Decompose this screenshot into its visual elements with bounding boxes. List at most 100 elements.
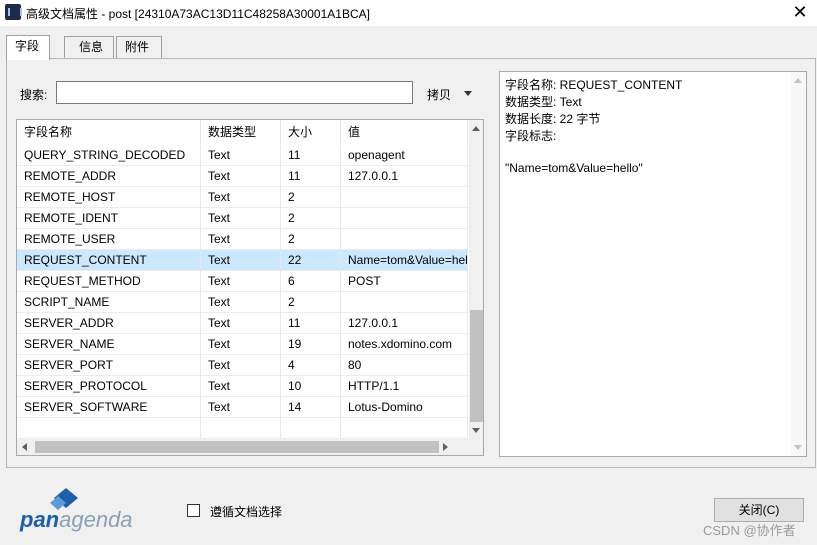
app-icon <box>5 4 22 20</box>
logo-text-pan: pan <box>20 507 60 532</box>
window-title: 高级文档属性 - post [24310A73AC13D11C48258A300… <box>26 7 370 21</box>
table-row[interactable]: QUERY_STRING_DECODED Text 11 openagent <box>17 145 468 166</box>
cell-field-name: SERVER_ADDR <box>17 313 201 334</box>
cell-value <box>341 229 468 250</box>
follow-selection-checkbox[interactable] <box>187 504 200 517</box>
cell-data-type: Text <box>201 250 281 271</box>
scroll-up-icon[interactable] <box>794 78 802 83</box>
cell-data-type: Text <box>201 313 281 334</box>
cell-field-name: SCRIPT_NAME <box>17 292 201 313</box>
cell-size: 22 <box>281 250 341 271</box>
cell-size: 6 <box>281 271 341 292</box>
follow-selection-label[interactable]: 遵循文档选择 <box>210 503 282 520</box>
detail-field-flags: 字段标志: <box>505 129 557 143</box>
cell-data-type: Text <box>201 208 281 229</box>
detail-field-name: 字段名称: REQUEST_CONTENT <box>505 78 683 92</box>
horizontal-scrollbar[interactable] <box>17 439 483 455</box>
vertical-scrollbar[interactable] <box>469 120 483 439</box>
table-row[interactable]: REMOTE_ADDR Text 11 127.0.0.1 <box>17 166 468 187</box>
scroll-corner <box>469 439 483 455</box>
cell-value: 127.0.0.1 <box>341 313 468 334</box>
detail-value: "Name=tom&Value=hello" <box>505 161 643 175</box>
table-row[interactable]: SERVER_SOFTWARE Text 14 Lotus-Domino <box>17 397 468 418</box>
table-row[interactable]: SCRIPT_NAME Text 2 <box>17 292 468 313</box>
empty-cell <box>341 418 468 439</box>
cell-field-name: SERVER_SOFTWARE <box>17 397 201 418</box>
cell-value: 80 <box>341 355 468 376</box>
scroll-right-icon[interactable] <box>443 443 448 451</box>
table-row[interactable]: REQUEST_CONTENT Text 22 Name=tom&Value=hell… <box>17 250 468 271</box>
cell-size: 19 <box>281 334 341 355</box>
table-row[interactable]: SERVER_PORT Text 4 80 <box>17 355 468 376</box>
cell-data-type: Text <box>201 166 281 187</box>
fields-table[interactable]: 字段名称 数据类型 大小 值 QUERY_STRING_DECODED Text 1… <box>16 119 484 456</box>
scroll-thumb[interactable] <box>470 310 483 422</box>
cell-size: 2 <box>281 208 341 229</box>
cell-value: POST <box>341 271 468 292</box>
cell-data-type: Text <box>201 271 281 292</box>
scroll-down-icon[interactable] <box>472 428 480 433</box>
cell-value <box>341 292 468 313</box>
cell-field-name: REQUEST_METHOD <box>17 271 201 292</box>
column-header-type[interactable]: 数据类型 <box>201 120 281 144</box>
cell-data-type: Text <box>201 355 281 376</box>
cell-value: Lotus-Domino <box>341 397 468 418</box>
chevron-down-icon[interactable] <box>464 91 472 96</box>
column-header-size[interactable]: 大小 <box>281 120 341 144</box>
tab-info[interactable]: 信息 <box>64 36 114 59</box>
table-row[interactable]: SERVER_NAME Text 19 notes.xdomino.com <box>17 334 468 355</box>
window-close-button[interactable]: ✕ <box>787 0 813 24</box>
cell-value <box>341 208 468 229</box>
cell-data-type: Text <box>201 187 281 208</box>
detail-data-length: 数据长度: 22 字节 <box>505 112 601 126</box>
table-row[interactable]: REMOTE_HOST Text 2 <box>17 187 468 208</box>
cell-size: 2 <box>281 187 341 208</box>
field-detail-pane: 字段名称: REQUEST_CONTENT 数据类型: Text 数据长度: 2… <box>499 71 807 457</box>
cell-data-type: Text <box>201 397 281 418</box>
cell-field-name: REMOTE_HOST <box>17 187 201 208</box>
cell-data-type: Text <box>201 145 281 166</box>
cell-field-name: QUERY_STRING_DECODED <box>17 145 201 166</box>
cell-data-type: Text <box>201 229 281 250</box>
table-row[interactable]: REMOTE_IDENT Text 2 <box>17 208 468 229</box>
logo-wordmark: panagenda <box>20 507 133 533</box>
cell-value <box>341 187 468 208</box>
cell-size: 4 <box>281 355 341 376</box>
title-bar: 高级文档属性 - post [24310A73AC13D11C48258A300… <box>0 0 817 26</box>
scroll-left-icon[interactable] <box>22 443 27 451</box>
cell-data-type: Text <box>201 376 281 397</box>
cell-field-name: REQUEST_CONTENT <box>17 250 201 271</box>
copy-button[interactable]: 拷贝 <box>427 86 451 103</box>
cell-data-type: Text <box>201 334 281 355</box>
scroll-thumb[interactable] <box>35 441 439 453</box>
tab-fields[interactable]: 字段 <box>6 35 50 60</box>
cell-value: 127.0.0.1 <box>341 166 468 187</box>
search-label: 搜索: <box>20 88 48 102</box>
search-input[interactable] <box>56 81 413 104</box>
cell-field-name: SERVER_PORT <box>17 355 201 376</box>
cell-field-name: REMOTE_ADDR <box>17 166 201 187</box>
table-header: 字段名称 数据类型 大小 值 <box>17 120 468 144</box>
table-row[interactable]: REMOTE_USER Text 2 <box>17 229 468 250</box>
cell-size: 14 <box>281 397 341 418</box>
table-row[interactable]: REQUEST_METHOD Text 6 POST <box>17 271 468 292</box>
watermark-text: CSDN @协作者 <box>703 523 796 538</box>
cell-size: 11 <box>281 145 341 166</box>
cell-size: 2 <box>281 292 341 313</box>
column-header-value[interactable]: 值 <box>341 120 468 144</box>
cell-field-name: SERVER_NAME <box>17 334 201 355</box>
close-button[interactable]: 关闭(C) <box>714 498 804 522</box>
cell-size: 10 <box>281 376 341 397</box>
tab-attachments[interactable]: 附件 <box>116 36 162 59</box>
detail-scrollbar[interactable] <box>791 72 806 456</box>
scroll-down-icon[interactable] <box>794 445 802 450</box>
detail-data-type: 数据类型: Text <box>505 95 582 109</box>
empty-cell <box>17 418 201 439</box>
table-row[interactable]: SERVER_ADDR Text 11 127.0.0.1 <box>17 313 468 334</box>
cell-field-name: SERVER_PROTOCOL <box>17 376 201 397</box>
table-row[interactable]: SERVER_PROTOCOL Text 10 HTTP/1.1 <box>17 376 468 397</box>
cell-size: 11 <box>281 313 341 334</box>
scroll-up-icon[interactable] <box>472 126 480 131</box>
column-header-name[interactable]: 字段名称 <box>17 120 201 144</box>
table-row-empty <box>17 418 468 439</box>
